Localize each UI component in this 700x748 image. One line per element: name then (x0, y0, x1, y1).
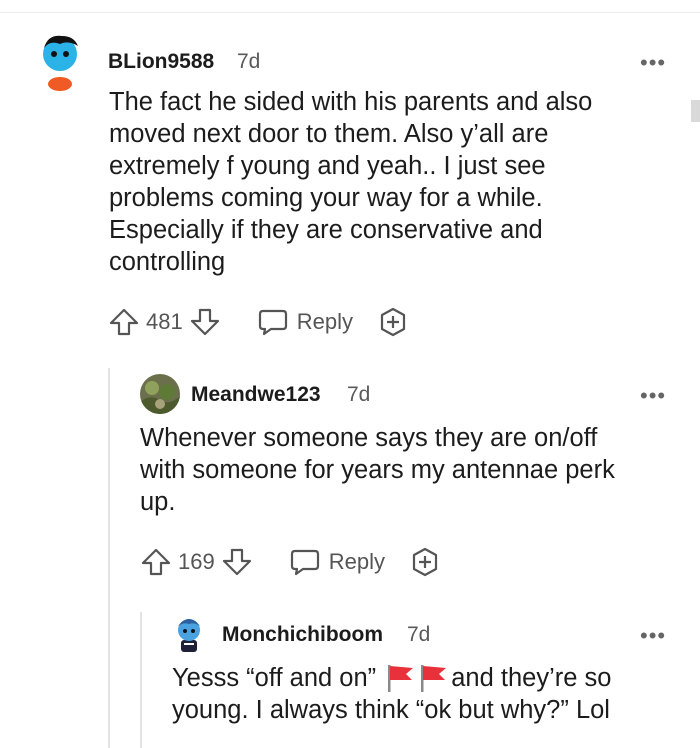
reply-label: Reply (328, 549, 385, 574)
username[interactable]: Meandwe123 (191, 383, 321, 407)
reply-icon (289, 546, 321, 578)
comment-line: Yesss “off and on” and they’re so (172, 662, 611, 694)
comment-age: 7d (237, 50, 261, 73)
red-flag-icon (417, 663, 449, 693)
reply-label: Reply (296, 309, 353, 334)
comment-line: controlling (109, 248, 226, 276)
top-divider (0, 12, 700, 13)
comment-line: Whenever someone says they are on/off (140, 424, 598, 452)
more-options-button[interactable]: ••• (640, 625, 666, 647)
vote-count: 481 (146, 309, 183, 334)
avatar[interactable] (140, 374, 180, 414)
comment-line: problems coming your way for a while. (109, 184, 543, 212)
comment-line: up. (140, 488, 176, 516)
username[interactable]: BLion9588 (108, 50, 214, 74)
reply-button[interactable]: Reply (257, 306, 353, 338)
reply-button[interactable]: Reply (289, 546, 385, 578)
comment-age: 7d (407, 623, 431, 646)
comment-age: 7d (347, 383, 371, 406)
comment-line: Especially if they are conservative and (109, 216, 543, 244)
award-button[interactable] (377, 306, 409, 338)
comment-actions: 481 Reply (108, 304, 409, 340)
comment-line: moved next door to them. Also y’all are (109, 120, 549, 148)
award-button[interactable] (409, 546, 441, 578)
username[interactable]: Monchichiboom (222, 623, 383, 647)
comment-line: The fact he sided with his parents and a… (109, 88, 593, 116)
more-options-button[interactable]: ••• (640, 385, 666, 407)
vote-count: 169 (178, 549, 215, 574)
comment-line: with someone for years my antennae perk (140, 456, 615, 484)
comment-text: Yesss “off and on” (172, 664, 384, 692)
scrollbar-thumb[interactable] (691, 100, 700, 122)
avatar[interactable] (38, 32, 82, 91)
comment-body: Yesss “off and on” and they’re so young.… (172, 662, 611, 726)
red-flag-icon (384, 663, 416, 693)
comment-body: The fact he sided with his parents and a… (109, 86, 592, 278)
comment-text: and they’re so (451, 664, 612, 692)
comment-body: Whenever someone says they are on/off wi… (140, 422, 615, 518)
upvote-icon[interactable] (140, 546, 172, 578)
downvote-icon[interactable] (221, 546, 253, 578)
avatar[interactable] (172, 614, 206, 654)
comment-actions: 169 Reply (140, 544, 441, 580)
more-options-button[interactable]: ••• (640, 52, 666, 74)
downvote-icon[interactable] (189, 306, 221, 338)
reply-icon (257, 306, 289, 338)
comment-line: extremely f young and yeah.. I just see (109, 152, 546, 180)
upvote-icon[interactable] (108, 306, 140, 338)
thread-line[interactable] (108, 368, 110, 748)
thread-line[interactable] (140, 612, 142, 748)
comment-line: young. I always think “ok but why?” Lol (172, 696, 610, 724)
